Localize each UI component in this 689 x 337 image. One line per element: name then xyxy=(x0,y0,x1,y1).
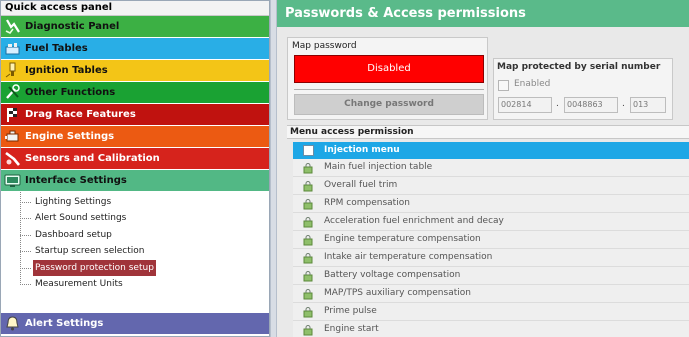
category-interface-settings[interactable]: Interface Settings xyxy=(1,170,269,192)
category-label: Fuel Tables xyxy=(25,43,88,54)
tree-item-startup-screen-selection[interactable]: Startup screen selection xyxy=(1,243,269,259)
permission-row[interactable]: Engine temperature compensation xyxy=(293,231,689,249)
lock-icon xyxy=(302,234,314,246)
category-sensors-and-calibration[interactable]: Sensors and Calibration xyxy=(1,148,269,170)
serial-separator: . xyxy=(622,99,625,109)
permission-row[interactable]: Acceleration fuel enrichment and decay xyxy=(293,213,689,231)
separator xyxy=(294,89,484,90)
tree-item-measurement-units[interactable]: Measurement Units xyxy=(1,276,269,292)
lock-icon xyxy=(302,288,314,300)
permission-row[interactable]: Main fuel injection table xyxy=(293,159,689,177)
tree-item-label: Lighting Settings xyxy=(35,197,112,207)
fuel-icon xyxy=(4,40,21,57)
permission-row[interactable]: Overall fuel trim xyxy=(293,177,689,195)
category-alert-settings[interactable]: Alert Settings xyxy=(1,313,269,335)
lock-icon xyxy=(302,270,314,282)
spark-icon xyxy=(4,62,21,79)
menu-permission-list: Injection menu Main fuel injection table… xyxy=(293,142,689,337)
lock-icon xyxy=(302,180,314,192)
lock-icon xyxy=(302,162,314,174)
injection-menu-label: Injection menu xyxy=(324,145,400,155)
permission-label: Engine start xyxy=(324,324,379,334)
permission-label: MAP/TPS auxiliary compensation xyxy=(324,288,471,298)
monitor-icon xyxy=(4,172,21,189)
injection-menu-header[interactable]: Injection menu xyxy=(293,142,689,159)
tools-icon xyxy=(4,84,21,101)
permission-label: Intake air temperature compensation xyxy=(324,252,493,262)
lock-icon xyxy=(302,198,314,210)
passwords-panel: Passwords & Access permissions Map passw… xyxy=(277,0,689,337)
tree-item-label: Alert Sound settings xyxy=(35,213,127,224)
permission-row[interactable]: MAP/TPS auxiliary compensation xyxy=(293,285,689,303)
permission-label: Main fuel injection table xyxy=(324,162,433,172)
map-password-label: Map password xyxy=(292,41,357,51)
sensor-icon xyxy=(4,150,21,167)
permission-row[interactable]: Prime pulse xyxy=(293,303,689,321)
menu-access-label: Menu access permission xyxy=(287,125,689,139)
serial-protection-title: Map protected by serial number xyxy=(497,62,661,72)
tree-item-label: Startup screen selection xyxy=(35,246,145,257)
tree-item-dashboard-setup[interactable]: Dashboard setup xyxy=(1,227,269,243)
lock-icon xyxy=(302,324,314,336)
permission-row[interactable]: RPM compensation xyxy=(293,195,689,213)
quick-access-panel: Quick access panel Diagnostic Panel Fuel… xyxy=(0,0,270,337)
panel-splitter[interactable] xyxy=(270,0,277,337)
tree-item-label: Measurement Units xyxy=(35,278,123,289)
tree-item-alert-sound-settings[interactable]: Alert Sound settings xyxy=(1,210,269,226)
serial-field-3[interactable]: 013 xyxy=(630,97,666,113)
permission-row[interactable]: Intake air temperature compensation xyxy=(293,249,689,267)
map-password-group: Map password Disabled Change password xyxy=(287,37,488,120)
serial-protection-group: Map protected by serial number Enabled 0… xyxy=(493,58,673,120)
injection-menu-checkbox[interactable] xyxy=(303,145,314,156)
category-diagnostic-panel[interactable]: Diagnostic Panel xyxy=(1,16,269,38)
lock-icon xyxy=(302,216,314,228)
category-label: Sensors and Calibration xyxy=(25,153,160,164)
category-label: Diagnostic Panel xyxy=(25,21,120,32)
serial-field-1[interactable]: 002814 xyxy=(498,97,552,113)
page-title: Passwords & Access permissions xyxy=(277,0,689,27)
permission-label: Overall fuel trim xyxy=(324,180,398,190)
permission-label: Prime pulse xyxy=(324,306,377,316)
interface-settings-tree: Lighting Settings Alert Sound settings D… xyxy=(1,192,269,293)
serial-field-2[interactable]: 0048863 xyxy=(564,97,618,113)
lock-icon xyxy=(302,252,314,264)
category-label: Interface Settings xyxy=(25,175,127,186)
category-fuel-tables[interactable]: Fuel Tables xyxy=(1,38,269,60)
permission-label: Battery voltage compensation xyxy=(324,270,461,280)
password-status-button[interactable]: Disabled xyxy=(294,55,484,83)
tree-item-lighting-settings[interactable]: Lighting Settings xyxy=(1,194,269,210)
permission-row[interactable]: Battery voltage compensation xyxy=(293,267,689,285)
category-ignition-tables[interactable]: Ignition Tables xyxy=(1,60,269,82)
change-password-button[interactable]: Change password xyxy=(294,94,484,115)
category-label: Alert Settings xyxy=(25,318,104,329)
category-label: Drag Race Features xyxy=(25,109,136,120)
serial-enabled-label: Enabled xyxy=(514,79,551,89)
category-label: Ignition Tables xyxy=(25,65,108,76)
category-engine-settings[interactable]: Engine Settings xyxy=(1,126,269,148)
permission-row[interactable]: Engine start xyxy=(293,321,689,337)
serial-separator: . xyxy=(556,99,559,109)
category-drag-race-features[interactable]: Drag Race Features xyxy=(1,104,269,126)
flag-icon xyxy=(4,106,21,123)
lock-icon xyxy=(302,306,314,318)
category-other-functions[interactable]: Other Functions xyxy=(1,82,269,104)
alert-icon xyxy=(4,315,21,332)
tree-item-label: Password protection setup xyxy=(33,259,156,276)
permission-label: Engine temperature compensation xyxy=(324,234,481,244)
permission-label: RPM compensation xyxy=(324,198,410,208)
serial-enabled-checkbox[interactable] xyxy=(498,80,509,91)
category-label: Engine Settings xyxy=(25,131,115,142)
permission-label: Acceleration fuel enrichment and decay xyxy=(324,216,504,226)
tree-item-password-protection-setup[interactable]: Password protection setup xyxy=(1,259,269,276)
stethoscope-icon xyxy=(4,18,21,35)
category-label: Other Functions xyxy=(25,87,116,98)
tree-item-label: Dashboard setup xyxy=(35,229,112,240)
engine-icon xyxy=(4,128,21,145)
quick-access-title: Quick access panel xyxy=(1,1,269,16)
